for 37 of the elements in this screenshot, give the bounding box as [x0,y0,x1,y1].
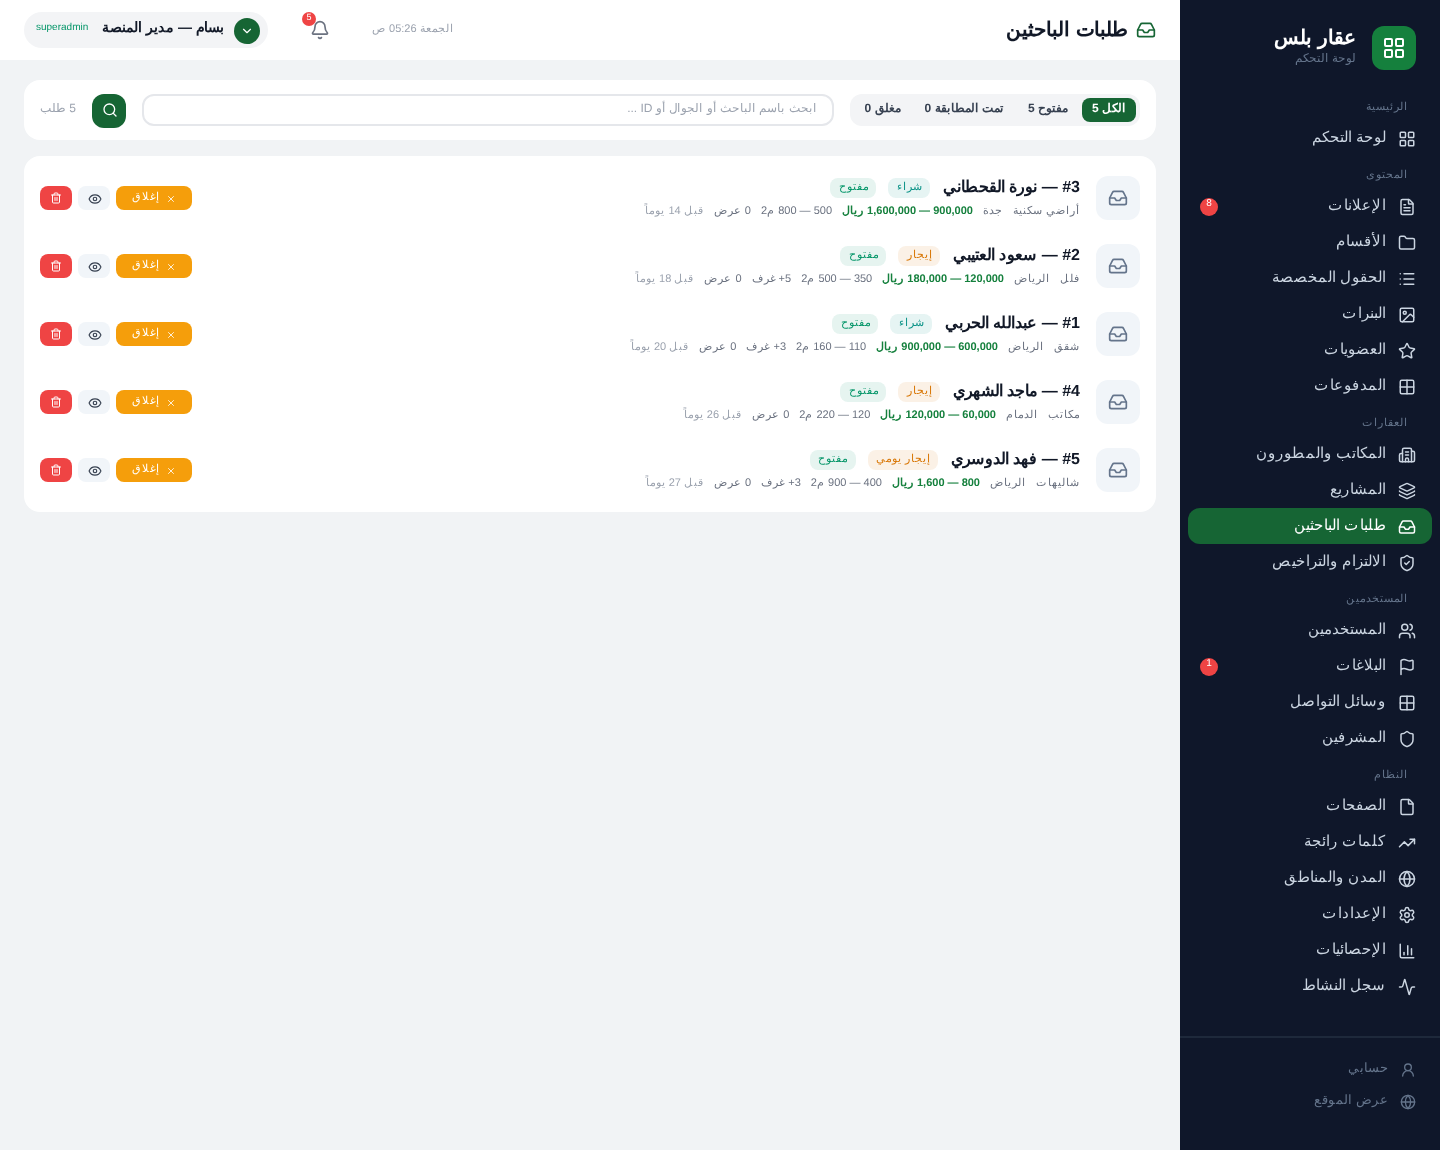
view-button[interactable] [78,458,110,482]
delete-button[interactable] [40,390,72,414]
request-title: #3 — نورة القحطاني [942,175,1080,200]
eye-icon [87,395,101,409]
eye-icon [87,259,101,273]
inbox-icon [1096,380,1140,424]
trash-icon [50,328,62,340]
page-title: طلبات الباحثين [1006,17,1128,45]
delete-button[interactable] [40,254,72,278]
inbox-icon [1096,176,1140,220]
request-title: #1 — عبدالله الحربي [944,311,1080,336]
view-button[interactable] [78,254,110,278]
view-button[interactable] [78,186,110,210]
request-title: #4 — ماجد الشهري [952,379,1080,404]
inbox-icon [1096,448,1140,492]
trash-icon [50,396,62,408]
delete-button[interactable] [40,186,72,210]
inbox-icon [1136,20,1156,40]
eye-icon [87,327,101,341]
eye-icon [87,191,101,205]
trash-icon [50,464,62,476]
request-title: #5 — فهد الدوسري [950,447,1080,472]
trash-icon [50,192,62,204]
logo-icon [1372,26,1416,70]
view-button[interactable] [78,322,110,346]
delete-button[interactable] [40,458,72,482]
inbox-icon [1096,312,1140,356]
search-icon [101,102,118,118]
delete-button[interactable] [40,322,72,346]
trash-icon [50,260,62,272]
avatar-icon [233,17,260,43]
brand-title: عقار بلس [1274,28,1356,50]
eye-icon [87,463,101,477]
search-button[interactable] [92,93,127,127]
inbox-icon [1096,244,1140,288]
request-title: #2 — سعود العتيبي [952,243,1080,268]
view-button[interactable] [78,390,110,414]
